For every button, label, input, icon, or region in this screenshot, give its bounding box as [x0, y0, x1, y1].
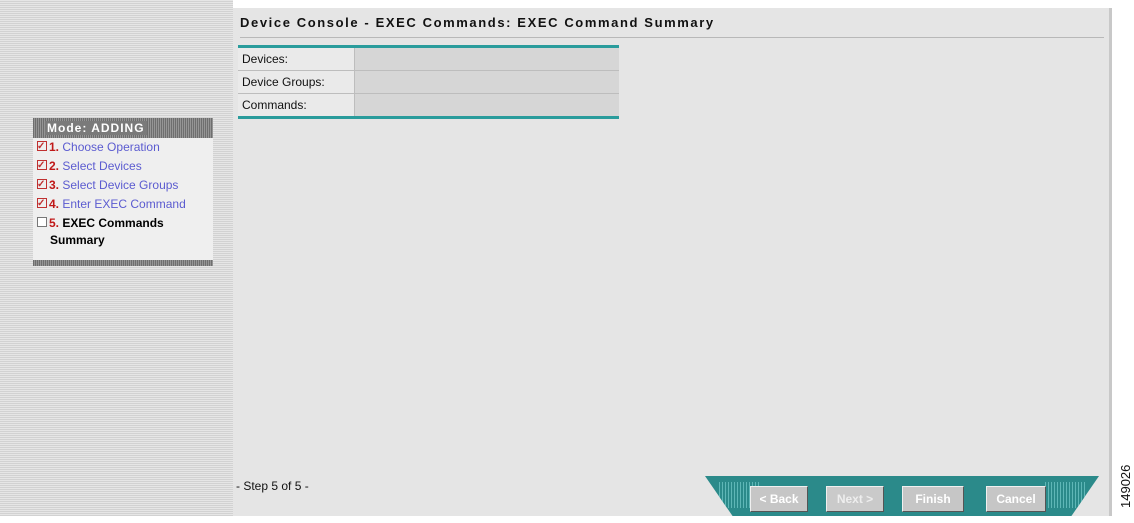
summary-value	[355, 48, 619, 70]
step-label-continued: Summary	[50, 233, 105, 247]
summary-label: Devices:	[238, 48, 355, 70]
wizard-step-3[interactable]: 3. Select Device Groups	[33, 175, 213, 195]
checked-icon	[37, 175, 47, 194]
step-label: EXEC Commands	[62, 216, 164, 230]
back-button[interactable]: < Back	[750, 486, 808, 512]
page-title: Device Console - EXEC Commands: EXEC Com…	[240, 15, 715, 30]
unchecked-icon	[37, 217, 47, 227]
summary-label: Commands:	[238, 94, 355, 116]
wizard-step-2[interactable]: 2. Select Devices	[33, 156, 213, 176]
summary-label: Device Groups:	[238, 71, 355, 93]
steps-panel-footer	[33, 260, 213, 266]
step-label: Choose Operation	[62, 140, 160, 154]
wizard-steps-panel: Mode: ADDING 1. Choose Operation 2. Sele…	[33, 118, 213, 266]
step-label: Select Device Groups	[62, 178, 179, 192]
wizard-step-5-current: 5. EXEC Commands Summary	[33, 214, 213, 249]
mode-indicator: Mode: ADDING	[33, 118, 213, 138]
wizard-step-1[interactable]: 1. Choose Operation	[33, 137, 213, 157]
checked-icon	[37, 194, 47, 213]
wizard-step-4[interactable]: 4. Enter EXEC Command	[33, 194, 213, 214]
title-divider	[240, 37, 1104, 38]
bar-decoration-right	[1045, 482, 1085, 508]
summary-row-commands: Commands:	[238, 94, 619, 116]
step-number: 3.	[49, 178, 60, 192]
summary-row-devices: Devices:	[238, 48, 619, 71]
cancel-button[interactable]: Cancel	[986, 486, 1046, 512]
step-label: Select Devices	[62, 159, 142, 173]
figure-id: 149026	[1118, 464, 1133, 508]
step-counter: - Step 5 of 5 -	[236, 479, 309, 493]
step-number: 4.	[49, 197, 60, 211]
step-number: 1.	[49, 140, 60, 154]
right-edge	[1109, 8, 1112, 516]
step-number: 2.	[49, 159, 60, 173]
summary-table: Devices: Device Groups: Commands:	[238, 45, 619, 119]
checked-icon	[37, 137, 47, 156]
checked-icon	[37, 156, 47, 175]
next-button[interactable]: Next >	[826, 486, 884, 512]
step-label: Enter EXEC Command	[62, 197, 186, 211]
finish-button[interactable]: Finish	[902, 486, 964, 512]
mode-label: Mode: ADDING	[45, 121, 147, 135]
summary-value	[355, 71, 619, 93]
step-number: 5.	[49, 216, 60, 230]
summary-row-device-groups: Device Groups:	[238, 71, 619, 94]
summary-value	[355, 94, 619, 116]
bottom-margin	[0, 516, 1134, 523]
